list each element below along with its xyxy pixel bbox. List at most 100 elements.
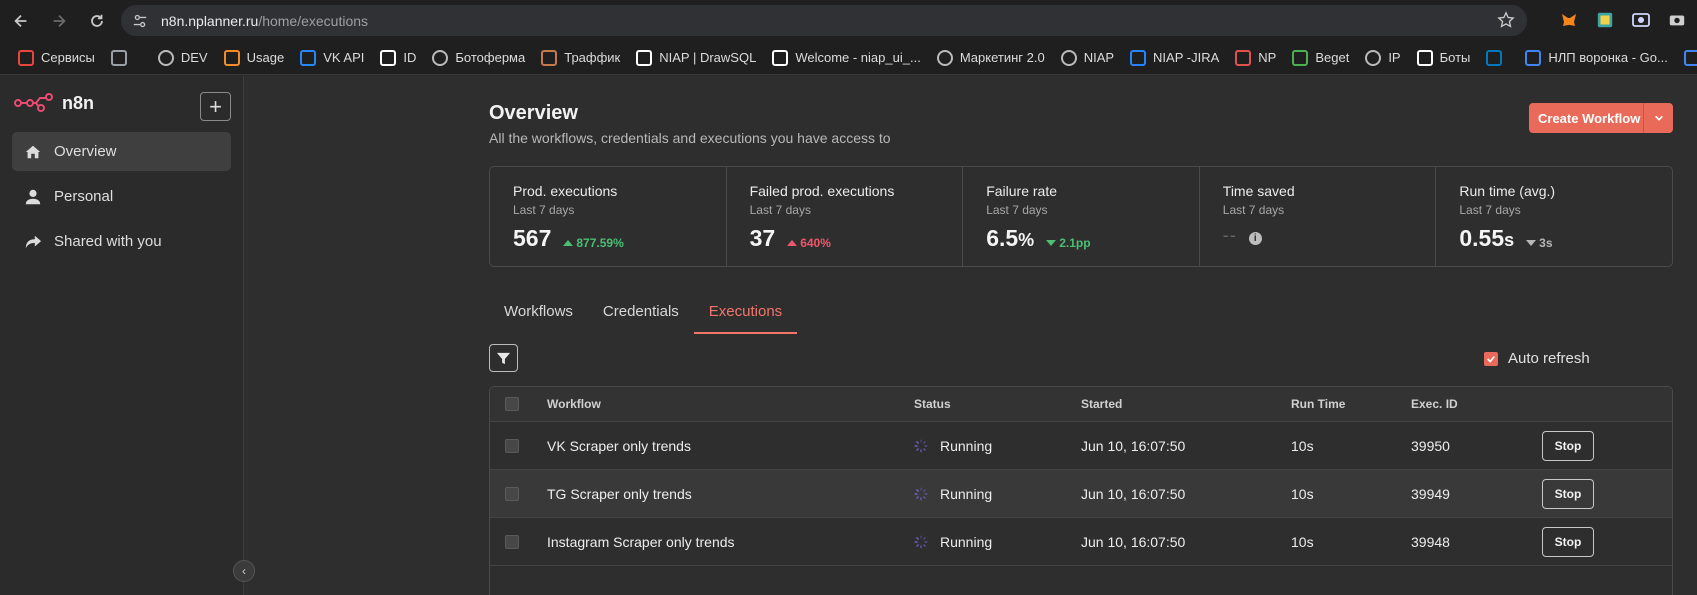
- back-button[interactable]: [4, 4, 38, 38]
- auto-refresh-toggle[interactable]: Auto refresh: [1484, 350, 1590, 367]
- table-row[interactable]: TG Scraper only trends Running Jun 10, 16:…: [490, 470, 1672, 518]
- bookmark-label: NP: [1258, 50, 1277, 65]
- bookmark-item[interactable]: Проект - АРНИКА -...: [1676, 45, 1697, 71]
- sidebar-item-label: Personal: [54, 188, 114, 205]
- bookmark-item[interactable]: НЛП воронка - Go...: [1517, 45, 1675, 71]
- sidebar: n8n + Overview Personal Shared with you …: [0, 76, 255, 595]
- bookmark-item[interactable]: VK API: [292, 45, 372, 71]
- bookmark-item[interactable]: Маркетинг 2.0: [929, 45, 1053, 71]
- create-workflow-button[interactable]: Create Workflow: [1529, 103, 1673, 133]
- url-text: n8n.nplanner.ru/home/executions: [161, 12, 369, 29]
- stop-button[interactable]: Stop: [1542, 526, 1594, 557]
- plus-icon: +: [209, 93, 222, 119]
- tab-executions[interactable]: Executions: [693, 302, 798, 334]
- bookmark-item[interactable]: IP: [1357, 45, 1408, 71]
- bookmark-label: Beget: [1315, 50, 1350, 65]
- column-header[interactable]: Status: [914, 397, 1081, 411]
- bookmark-label: NIAP -JIRA: [1153, 50, 1220, 65]
- column-header[interactable]: Run Time: [1291, 397, 1411, 411]
- beget-icon: [1292, 49, 1309, 66]
- sidebar-item-overview[interactable]: Overview: [12, 132, 231, 171]
- bookmark-item[interactable]: DEV: [150, 45, 216, 71]
- tab-credentials[interactable]: Credentials: [588, 302, 694, 334]
- drawsql-icon: [636, 49, 653, 66]
- info-icon[interactable]: i: [1248, 232, 1262, 245]
- filter-button[interactable]: [489, 344, 518, 372]
- camera-extension-icon[interactable]: [1665, 8, 1689, 32]
- table-row[interactable]: VK Scraper only trends Running Jun 10, 16:…: [490, 422, 1672, 470]
- workflow-name[interactable]: VK Scraper only trends: [547, 438, 914, 454]
- github-icon: [772, 49, 789, 66]
- bookmark-item[interactable]: Траффик: [533, 45, 628, 71]
- bookmark-item[interactable]: Ботоферма: [424, 45, 533, 71]
- bookmark-label: NIAP | DrawSQL: [659, 50, 757, 65]
- bookmark-label: Welcome - niap_ui_...: [795, 50, 921, 65]
- sidebar-item-shared[interactable]: Shared with you: [12, 222, 231, 261]
- screen-capture-extension-icon[interactable]: [1629, 8, 1653, 32]
- site-settings-icon[interactable]: [131, 12, 149, 30]
- row-checkbox[interactable]: [505, 534, 519, 549]
- column-header[interactable]: Workflow: [547, 397, 914, 411]
- stop-button[interactable]: Stop: [1542, 478, 1594, 509]
- n8n-logo-icon: [14, 93, 53, 112]
- globe-icon: [1060, 49, 1077, 66]
- auto-refresh-checkbox[interactable]: [1484, 351, 1498, 366]
- r-icon: [380, 49, 397, 66]
- filter-icon: [496, 352, 511, 364]
- stat-title: Failure rate: [986, 183, 1057, 199]
- table-header: Workflow Status Started Run Time Exec. I…: [490, 387, 1672, 422]
- bookmark-item[interactable]: Боты: [1409, 45, 1479, 71]
- stop-button[interactable]: Stop: [1542, 430, 1594, 461]
- row-checkbox[interactable]: [505, 438, 519, 453]
- stat-title: Prod. executions: [513, 183, 618, 199]
- runtime-cell: 10s: [1291, 533, 1314, 550]
- add-button[interactable]: +: [200, 92, 231, 121]
- status-text: Running: [940, 533, 993, 550]
- sidebar-item-personal[interactable]: Personal: [12, 177, 231, 216]
- stat-period: Last 7 days: [1222, 203, 1285, 217]
- chevron-down-icon[interactable]: [1644, 113, 1673, 123]
- column-header[interactable]: Exec. ID: [1411, 397, 1542, 411]
- reload-button[interactable]: [80, 4, 114, 38]
- bookmark-item[interactable]: [1478, 45, 1517, 71]
- bookmark-item[interactable]: Сервисы: [10, 45, 103, 71]
- stat-value: 567: [513, 225, 552, 251]
- tab-workflows[interactable]: Workflows: [489, 302, 588, 334]
- status-text: Running: [940, 437, 993, 454]
- stat-title: Time saved: [1222, 183, 1295, 199]
- bookmark-item[interactable]: [103, 45, 142, 71]
- bookmark-item[interactable]: Usage: [216, 45, 293, 71]
- stat-card: Failure rate Last 7 days 6.5% 2.1pp: [963, 167, 1200, 266]
- bookmark-star-icon[interactable]: [1497, 11, 1515, 29]
- spinner-icon: [914, 535, 928, 548]
- bookmark-label: Маркетинг 2.0: [959, 50, 1045, 65]
- bookmark-item[interactable]: NIAP: [1053, 45, 1122, 71]
- workflow-name[interactable]: TG Scraper only trends: [547, 486, 914, 502]
- table-row[interactable]: Instagram Scraper only trends Running Jun …: [490, 518, 1672, 566]
- n8n-app: n8n + Overview Personal Shared with you …: [0, 76, 1697, 595]
- colorzilla-extension-icon[interactable]: [1593, 8, 1617, 32]
- stat-card: Prod. executions Last 7 days 567 877.59%: [490, 167, 727, 266]
- bookmark-item[interactable]: Beget: [1284, 45, 1357, 71]
- bookmark-item[interactable]: NIAP | DrawSQL: [628, 45, 764, 71]
- arrow-right-icon: [53, 14, 66, 27]
- spinner-icon: [914, 439, 928, 452]
- bookmark-item[interactable]: NIAP -JIRA: [1122, 45, 1227, 71]
- trend-arrow-icon: [1046, 240, 1057, 246]
- n8n-logo[interactable]: n8n: [14, 88, 94, 118]
- bookmark-item[interactable]: NP: [1227, 45, 1284, 71]
- address-bar[interactable]: n8n.nplanner.ru/home/executions: [121, 5, 1527, 36]
- bookmark-item[interactable]: ID: [372, 45, 424, 71]
- column-header[interactable]: Started: [1081, 397, 1291, 411]
- stat-title: Failed prod. executions: [749, 183, 895, 199]
- workflow-name[interactable]: Instagram Scraper only trends: [547, 534, 914, 550]
- row-checkbox[interactable]: [505, 486, 519, 501]
- select-all-checkbox[interactable]: [505, 397, 519, 411]
- usage-icon: [223, 49, 240, 66]
- bookmarks-bar: Сервисы DEV Usage VK API ID Ботоферма Траффик N…: [0, 41, 1697, 75]
- page-subtitle: All the workflows, credentials and execu…: [489, 130, 891, 146]
- forward-button[interactable]: [42, 4, 76, 38]
- stats-panel: Prod. executions Last 7 days 567 877.59% Fai…: [489, 166, 1673, 267]
- metamask-extension-icon[interactable]: [1557, 8, 1581, 32]
- bookmark-item[interactable]: Welcome - niap_ui_...: [764, 45, 929, 71]
